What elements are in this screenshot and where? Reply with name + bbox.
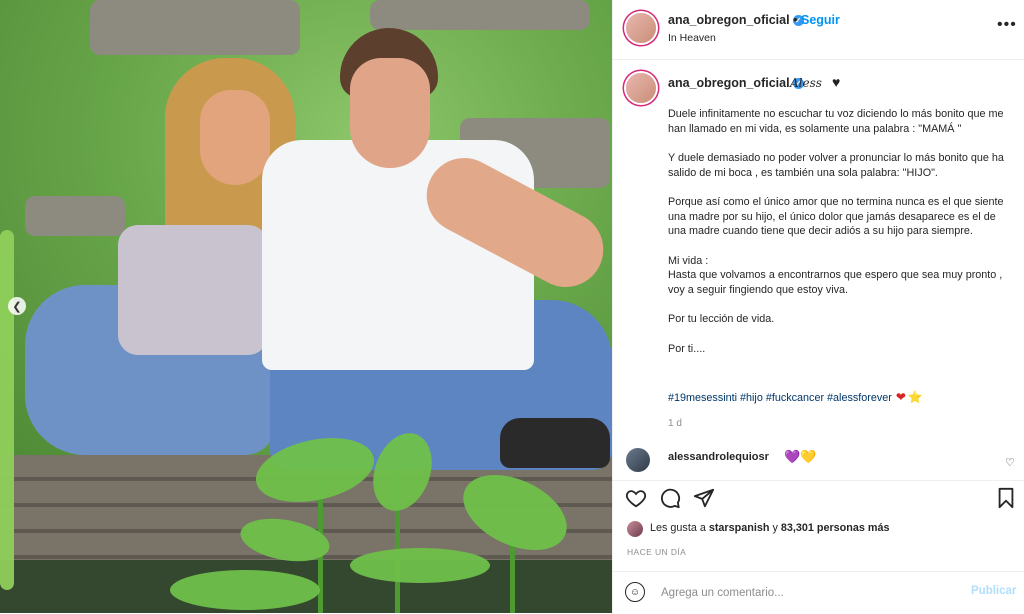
photo-rock	[90, 0, 300, 55]
avatar[interactable]	[626, 13, 656, 43]
likes-prefix: Les gusta a	[650, 522, 706, 534]
separator-dot: •	[793, 12, 798, 27]
comment-row: alessandrolequiosr 💜💛 ♡	[613, 445, 1024, 475]
caption-avatar[interactable]	[626, 73, 656, 103]
comment-like-icon[interactable]: ♡	[1005, 456, 1015, 469]
likes-connector: y	[772, 522, 778, 534]
black-heart-emoji: ♥	[832, 74, 841, 90]
share-icon[interactable]	[693, 487, 715, 514]
comment-username[interactable]: alessandrolequiosr	[668, 451, 769, 463]
emoji-icon[interactable]: ☺	[625, 582, 645, 602]
photo-rock	[370, 0, 590, 30]
caption-text: Duele infinitamente no escuchar tu voz d…	[668, 107, 1013, 371]
comment-input[interactable]	[659, 581, 963, 605]
photo-man-face	[350, 58, 430, 168]
post-photo[interactable]: ❮	[0, 0, 612, 613]
likes-count-link[interactable]: 83,301 personas más	[781, 522, 890, 534]
caption-signature: Aless	[790, 76, 822, 90]
photo-woman-face	[200, 90, 270, 185]
more-options-icon[interactable]: •••	[997, 16, 1017, 34]
post-timestamp[interactable]: HACE UN DÍA	[627, 547, 686, 557]
caption-paragraph: Duele infinitamente no escuchar tu voz d…	[668, 108, 1004, 135]
hashtags: #19mesessinti #hijo #fuckcancer #alessfo…	[668, 390, 923, 404]
add-comment-bar: ☺ Publicar	[613, 571, 1024, 614]
location-link[interactable]: In Heaven	[668, 32, 716, 44]
publish-button[interactable]: Publicar	[971, 585, 1016, 597]
follow-button[interactable]: Seguir	[801, 13, 840, 27]
comment-icon[interactable]	[659, 487, 681, 514]
bookmark-icon[interactable]	[996, 487, 1016, 514]
caption-timestamp[interactable]: 1 d	[668, 418, 682, 429]
action-bar	[613, 480, 1024, 513]
photo-lotus-leaf	[350, 548, 490, 583]
caption-paragraph: Por ti....	[668, 342, 706, 355]
likes-summary: Les gusta a starspanish y 83,301 persona…	[613, 518, 1024, 540]
red-heart-emoji: ❤	[895, 390, 906, 404]
commenter-avatar[interactable]	[626, 448, 650, 472]
caption-paragraph: Por tu lección de vida.	[668, 313, 775, 325]
carousel-prev-button[interactable]: ❮	[8, 297, 26, 315]
caption-paragraph: Porque así como el único amor que no ter…	[668, 196, 1004, 237]
caption-username[interactable]: ana_obregon_oficial ✓	[668, 76, 804, 90]
likes-text: Les gusta a starspanish y 83,301 persona…	[650, 522, 889, 534]
post-header: ana_obregon_oficial ✓ • Seguir In Heaven …	[613, 0, 1024, 60]
caption-paragraph: Y duele demasiado no poder volver a pron…	[668, 152, 1004, 179]
caption-username-text[interactable]: ana_obregon_oficial	[668, 76, 790, 90]
liker-avatar[interactable]	[627, 521, 643, 537]
comment-text: 💜💛	[784, 449, 817, 464]
header-username-text[interactable]: ana_obregon_oficial	[668, 13, 790, 27]
photo-grass-blade	[0, 230, 14, 590]
photo-man-shoe	[500, 418, 610, 468]
liker-username[interactable]: starspanish	[709, 522, 770, 534]
heart-icon[interactable]	[625, 487, 647, 514]
header-username[interactable]: ana_obregon_oficial ✓	[668, 13, 804, 27]
photo-lotus-leaf	[170, 570, 320, 610]
hashtag-links[interactable]: #19mesessinti #hijo #fuckcancer #alessfo…	[668, 392, 892, 404]
chevron-left-icon: ❮	[12, 300, 22, 313]
photo-rock	[25, 196, 125, 236]
star-emoji: ⭐	[907, 390, 923, 404]
photo-woman-top	[118, 225, 268, 355]
caption: ana_obregon_oficial ✓ Aless ♥ Duele infin…	[613, 60, 1024, 445]
caption-paragraph: Mi vida : Hasta que volvamos a encontrar…	[668, 254, 1003, 296]
post-side-panel: ana_obregon_oficial ✓ • Seguir In Heaven …	[612, 0, 1024, 613]
